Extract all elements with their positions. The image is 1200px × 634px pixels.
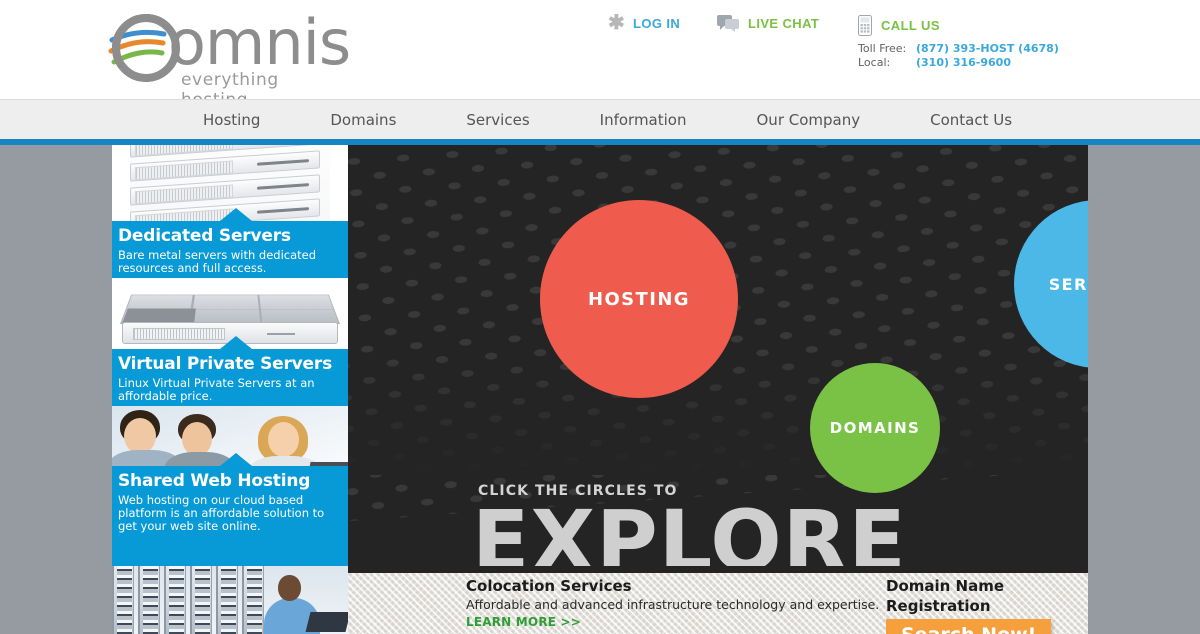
tollfree-number[interactable]: (877) 393-HOST (4678) — [916, 42, 1059, 56]
promo-colocation: Colocation Services Affordable and advan… — [466, 576, 886, 630]
page-root: omnis everything hosting ✱ LOG IN L — [0, 0, 1200, 634]
logo-wordmark: omnis — [168, 6, 351, 79]
datacenter-photo — [112, 566, 348, 634]
nav-item-domains[interactable]: Domains — [330, 111, 396, 129]
hero-bubble-label: DOMAINS — [829, 419, 921, 437]
hero-headline-text: EXPLORE — [472, 492, 907, 566]
live-chat-link[interactable]: LIVE CHAT — [717, 15, 819, 32]
card-description: Bare metal servers with dedicated resour… — [118, 248, 317, 275]
promo-description: Affordable and advanced infrastructure t… — [466, 597, 880, 612]
feature-card-shared-web-hosting[interactable]: Shared Web Hosting Web hosting on our cl… — [112, 406, 348, 566]
tollfree-label: Toll Free: — [858, 42, 907, 55]
login-label: LOG IN — [633, 15, 681, 31]
band-notch-icon — [220, 453, 252, 466]
hero-bubble-label: HOSTING — [588, 288, 690, 310]
asterisk-icon: ✱ — [608, 12, 626, 34]
promo-title: Colocation Services — [466, 577, 632, 595]
card-description: Web hosting on our cloud based platform … — [118, 493, 325, 533]
card-title: Virtual Private Servers — [118, 354, 332, 374]
call-us-label: CALL US — [881, 18, 940, 33]
hero-panel: HOSTING DOMAINS SERVICES CLICK THE CIRCL… — [348, 145, 1088, 566]
main-navigation: Hosting Domains Services Information Our… — [0, 99, 1200, 139]
feature-card-list: Dedicated Servers Bare metal servers wit… — [112, 145, 348, 566]
band-notch-icon — [220, 208, 252, 221]
dedicated-servers-band: Dedicated Servers Bare metal servers wit… — [112, 208, 348, 278]
search-now-button[interactable]: Search Now! — [886, 619, 1052, 634]
card-title: Shared Web Hosting — [118, 471, 311, 491]
learn-more-link[interactable]: LEARN MORE >> — [466, 614, 886, 630]
phone-line-local: Local: (310) 316-9600 — [858, 56, 1059, 70]
live-chat-label: LIVE CHAT — [748, 16, 820, 31]
local-number[interactable]: (310) 316-9600 — [916, 56, 1011, 70]
bottom-dark-divider — [348, 566, 1088, 573]
bottom-promo-strip: Colocation Services Affordable and advan… — [112, 566, 1088, 634]
nav-item-services[interactable]: Services — [466, 111, 529, 129]
site-header: omnis everything hosting ✱ LOG IN L — [0, 0, 1200, 110]
card-description: Linux Virtual Private Servers at an affo… — [118, 376, 315, 403]
shared-hosting-band: Shared Web Hosting Web hosting on our cl… — [112, 453, 348, 566]
band-notch-icon — [220, 336, 252, 349]
login-link[interactable]: ✱ LOG IN — [608, 12, 681, 34]
nav-item-our-company[interactable]: Our Company — [757, 111, 861, 129]
hero-bubble-hosting[interactable]: HOSTING — [540, 200, 738, 398]
feature-card-virtual-private-servers[interactable]: Virtual Private Servers Linux Virtual Pr… — [112, 278, 348, 406]
content-area: Dedicated Servers Bare metal servers wit… — [112, 145, 1088, 634]
hero-bubble-domains[interactable]: DOMAINS — [810, 363, 940, 493]
feature-card-dedicated-servers[interactable]: Dedicated Servers Bare metal servers wit… — [112, 145, 348, 278]
vps-band: Virtual Private Servers Linux Virtual Pr… — [112, 336, 348, 406]
local-label: Local: — [858, 56, 891, 69]
call-us-link[interactable]: CALL US — [858, 15, 940, 36]
bottom-textured-panel: Colocation Services Affordable and advan… — [348, 573, 1088, 634]
site-logo[interactable]: omnis everything hosting — [108, 6, 351, 110]
nav-item-contact-us[interactable]: Contact Us — [930, 111, 1012, 129]
card-title: Dedicated Servers — [118, 226, 291, 246]
hero-bubble-label: SERVICES — [1048, 274, 1088, 294]
phone-line-tollfree: Toll Free: (877) 393-HOST (4678) — [858, 42, 1059, 56]
promo-title: Domain Name Registration — [886, 577, 1005, 615]
chat-bubble-icon — [717, 15, 739, 32]
promo-domain-registration: Domain Name Registration Search Now! — [886, 576, 1086, 634]
phone-icon — [858, 15, 872, 36]
phone-numbers: Toll Free: (877) 393-HOST (4678) Local: … — [858, 42, 1059, 70]
nav-item-hosting[interactable]: Hosting — [203, 111, 260, 129]
nav-item-information[interactable]: Information — [600, 111, 687, 129]
